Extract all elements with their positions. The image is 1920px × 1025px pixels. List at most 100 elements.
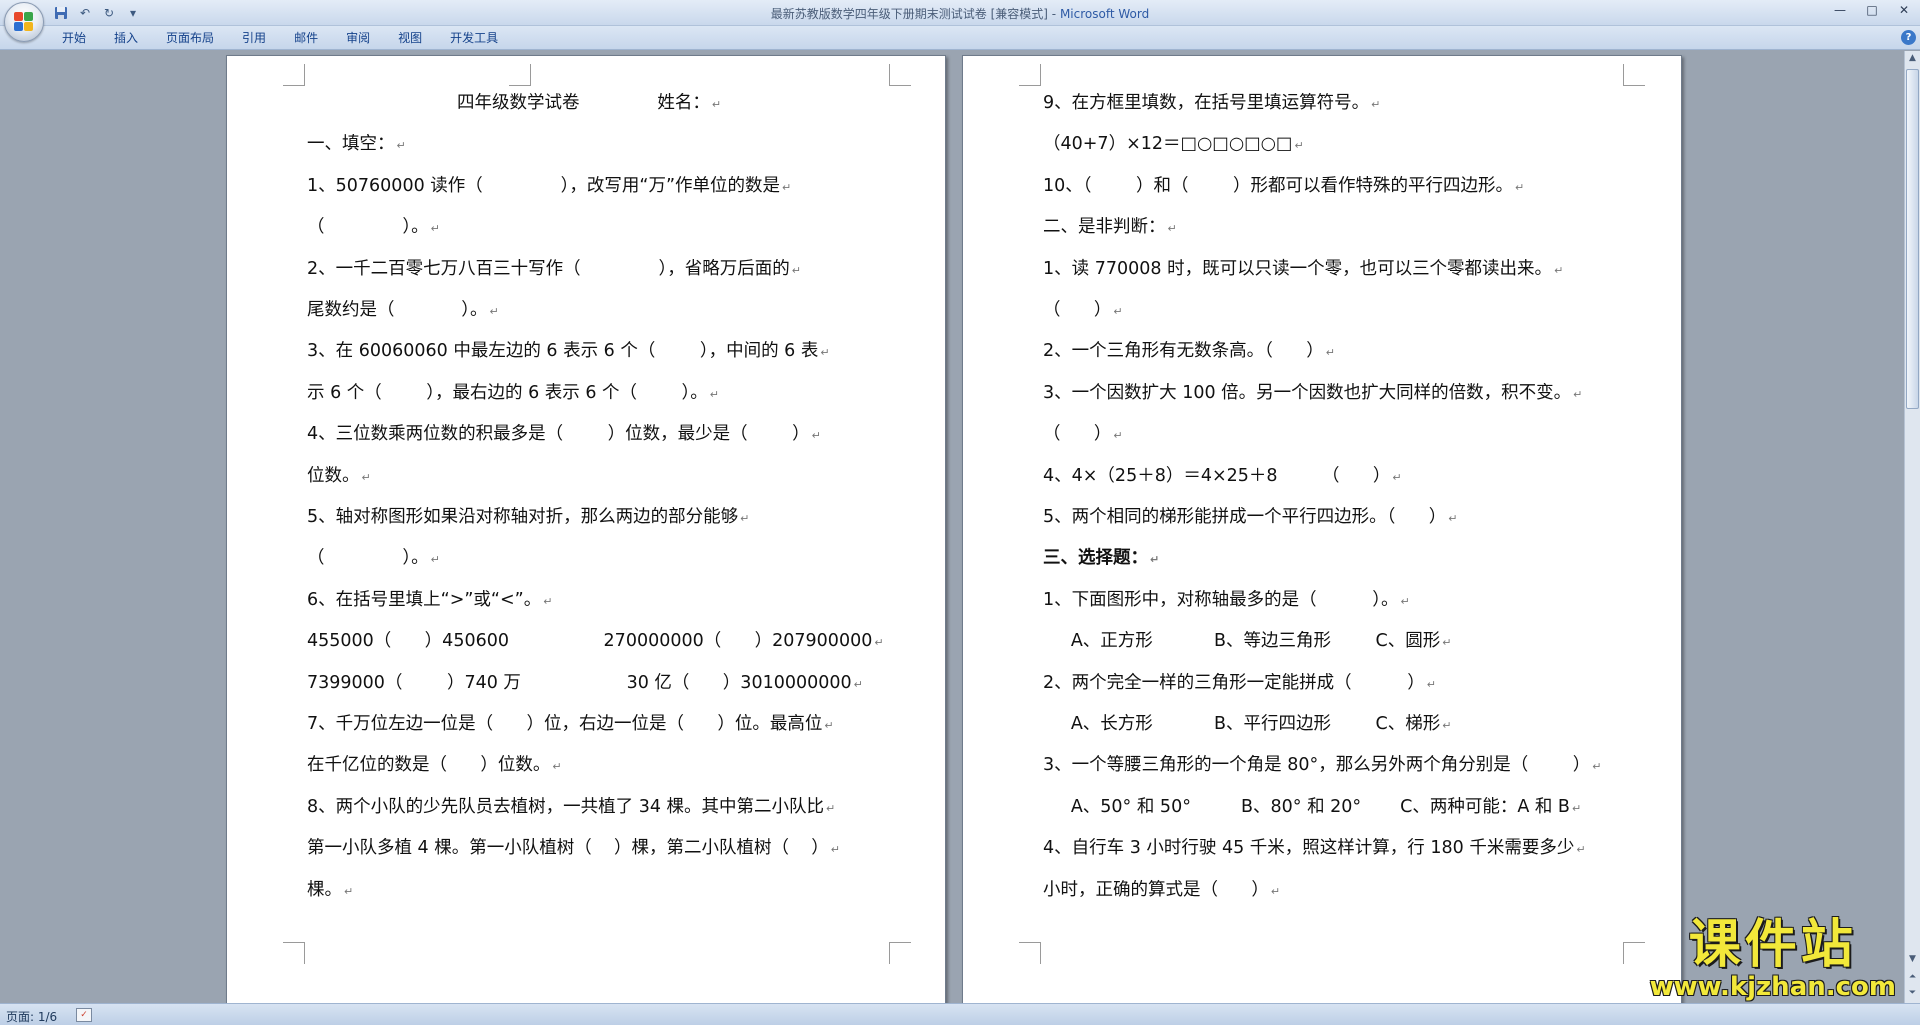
document-page-2[interactable]: 9、在方框里填数，在括号里填运算符号。 ↵ （40+7）×12＝□○□○□○□ ↵ 10… <box>962 55 1682 1003</box>
tab-view[interactable]: 视图 <box>384 29 436 47</box>
paragraph-mark: ↵ <box>1294 139 1304 153</box>
paragraph-mark: ↵ <box>396 139 406 153</box>
document-line: 455000（ ）450600 270000000（ ）207900000 ↵ <box>307 631 884 652</box>
paragraph-mark: ↵ <box>1113 305 1123 318</box>
document-line: 8、两个小队的少先队员去植树，一共植了 34 棵。其中第二小队比 ↵ <box>307 796 836 817</box>
tab-insert[interactable]: 插入 <box>100 29 152 47</box>
document-line: 5、两个相同的梯形能拼成一个平行四边形。（ ） ↵ <box>1043 507 1458 527</box>
crop-mark <box>1623 64 1645 86</box>
document-line: 4、自行车 3 小时行驶 45 千米，照这样计算，行 180 千米需要多少 ↵ <box>1043 838 1586 859</box>
document-line: 7399000（ ）740 万 30 亿（ ）3010000000 ↵ <box>307 672 863 693</box>
paragraph-mark: ↵ <box>1571 801 1582 815</box>
document-line: 2、一千二百零七万八百三十写作（ ），省略万后面的 ↵ <box>307 258 801 279</box>
paragraph-mark: ↵ <box>826 801 836 815</box>
watermark-title: 课件站 <box>1688 915 1857 975</box>
document-line: 尾数约是（ ）。 ↵ <box>307 300 499 320</box>
document-line: （ ） ↵ <box>1043 424 1123 445</box>
paragraph-mark: ↵ <box>430 553 440 567</box>
paragraph-mark: ↵ <box>1113 429 1123 443</box>
paragraph-mark: ↵ <box>552 760 562 774</box>
window-controls: — □ ✕ <box>1824 0 1920 22</box>
paragraph-mark: ↵ <box>740 512 750 525</box>
minimize-button[interactable]: — <box>1824 0 1856 22</box>
maximize-button[interactable]: □ <box>1856 0 1888 22</box>
crop-mark <box>889 64 911 86</box>
paragraph-mark: ↵ <box>1426 677 1436 691</box>
document-line: 四年级数学试卷 姓名： ↵ <box>457 93 722 113</box>
crop-mark <box>1623 942 1645 964</box>
tab-home[interactable]: 开始 <box>48 29 100 47</box>
document-title: 最新苏教版数学四年级下册期末测试试卷 [兼容模式] <box>770 7 1048 21</box>
office-button[interactable] <box>4 2 44 42</box>
crop-mark <box>509 64 531 86</box>
paragraph-mark: ↵ <box>1515 180 1525 194</box>
paragraph-mark: ↵ <box>344 884 354 898</box>
paragraph-mark: ↵ <box>824 719 834 732</box>
document-line: 1、下面图形中，对称轴最多的是（ ）。 ↵ <box>1043 589 1410 610</box>
close-button[interactable]: ✕ <box>1888 0 1920 22</box>
tab-review[interactable]: 审阅 <box>332 29 384 47</box>
document-line: A、正方形 B、等边三角形 C、圆形 ↵ <box>1043 631 1452 652</box>
previous-page-icon[interactable]: ⏶ <box>1905 969 1920 985</box>
tab-page-layout[interactable]: 页面布局 <box>152 29 228 47</box>
crop-mark <box>283 64 305 86</box>
document-line: 6、在括号里填上“>”或“<”。 ↵ <box>307 589 553 610</box>
paragraph-mark: ↵ <box>489 305 499 318</box>
next-page-icon[interactable]: ⏷ <box>1905 985 1920 1001</box>
spelling-check-icon[interactable]: ✓ <box>76 1008 92 1022</box>
document-line: A、50° 和 50° B、80° 和 20° C、两种可能：A 和 B ↵ <box>1043 796 1582 817</box>
document-line: 三、选择题： ↵ <box>1043 548 1160 569</box>
document-line: （ ） ↵ <box>1043 300 1123 320</box>
document-line: 2、两个完全一样的三角形一定能拼成（ ） ↵ <box>1043 672 1436 693</box>
crop-mark <box>283 942 305 964</box>
ribbon-tabs: 开始 插入 页面布局 引用 邮件 审阅 视图 开发工具 <box>48 29 512 47</box>
vertical-scrollbar[interactable]: ▲ ▼ ⏶ ⏷ <box>1904 51 1920 1003</box>
paragraph-mark: ↵ <box>782 180 792 194</box>
paragraph-mark: ↵ <box>1371 98 1381 111</box>
document-line: 示 6 个（ ），最右边的 6 表示 6 个（ ）。 ↵ <box>307 382 720 403</box>
scroll-down-icon[interactable]: ▼ <box>1905 951 1920 967</box>
paragraph-mark: ↵ <box>1150 553 1160 567</box>
document-line: 10、（ ）和（ ）形都可以看作特殊的平行四边形。 ↵ <box>1043 175 1525 196</box>
ruler-toggle-icon[interactable]: ▲ <box>1906 53 1919 67</box>
crop-mark <box>1019 942 1041 964</box>
window-title: 最新苏教版数学四年级下册期末测试试卷 [兼容模式] - Microsoft Wo… <box>0 5 1920 22</box>
paragraph-mark: ↵ <box>709 387 720 401</box>
document-line: 二、是非判断： ↵ <box>1043 217 1177 238</box>
paragraph-mark: ↵ <box>543 594 553 608</box>
paragraph-mark: ↵ <box>1442 719 1452 732</box>
tab-developer[interactable]: 开发工具 <box>436 29 512 47</box>
paragraph-mark: ↵ <box>811 429 821 443</box>
paragraph-mark: ↵ <box>830 843 840 857</box>
document-page-1[interactable]: 四年级数学试卷 姓名： ↵ 一、填空： ↵ 1、50760000 读作（ ），改写用“万… <box>226 55 946 1003</box>
document-line: 4、4×（25＋8）＝4×25＋8 （ ） ↵ <box>1043 465 1402 486</box>
document-line: 棵。 ↵ <box>307 879 354 900</box>
paragraph-mark: ↵ <box>430 222 440 236</box>
paragraph-mark: ↵ <box>1573 387 1583 401</box>
document-line: （ ）。 ↵ <box>307 217 440 238</box>
paragraph-mark: ↵ <box>1442 636 1452 650</box>
paragraph-mark: ↵ <box>1400 594 1410 608</box>
watermark-url: www.kjzhan.com <box>1649 972 1896 1002</box>
status-page-count[interactable]: 页面: 1/6 <box>6 1008 57 1025</box>
document-line: 位数。 ↵ <box>307 465 371 486</box>
paragraph-mark: ↵ <box>711 98 722 111</box>
paragraph-mark: ↵ <box>791 263 801 277</box>
scrollbar-thumb[interactable] <box>1906 69 1919 409</box>
document-line: （40+7）×12＝□○□○□○□ ↵ <box>1043 134 1304 155</box>
document-line: 9、在方框里填数，在括号里填运算符号。 ↵ <box>1043 93 1381 113</box>
tab-mailings[interactable]: 邮件 <box>280 29 332 47</box>
help-icon[interactable]: ? <box>1901 30 1916 45</box>
paragraph-mark: ↵ <box>820 346 830 360</box>
paragraph-mark: ↵ <box>1325 346 1335 360</box>
document-line: 在千亿位的数是（ ）位数。 ↵ <box>307 755 562 776</box>
watermark-logo: 课件站 www.kjzhan.com <box>1650 917 1896 1001</box>
paragraph-mark: ↵ <box>1554 263 1564 277</box>
paragraph-mark: ↵ <box>1392 470 1402 484</box>
tab-references[interactable]: 引用 <box>228 29 280 47</box>
document-line: 1、读 770008 时，既可以只读一个零，也可以三个零都读出来。 ↵ <box>1043 258 1564 279</box>
document-area[interactable]: 四年级数学试卷 姓名： ↵ 一、填空： ↵ 1、50760000 读作（ ），改写用“万… <box>0 51 1904 1003</box>
paragraph-mark: ↵ <box>1448 512 1458 525</box>
paragraph-mark: ↵ <box>1576 843 1586 857</box>
document-line: 1、50760000 读作（ ），改写用“万”作单位的数是 ↵ <box>307 175 792 196</box>
